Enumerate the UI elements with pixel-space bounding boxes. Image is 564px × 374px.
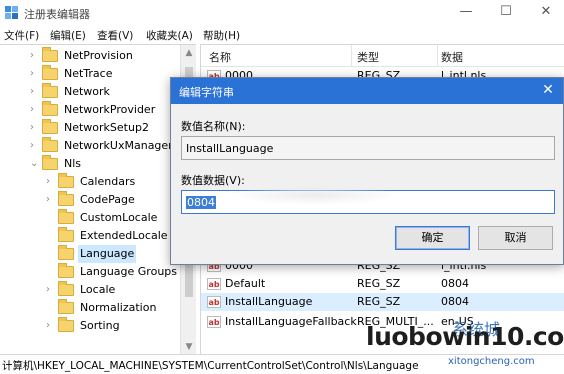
watermark-logo: 系统城 luobowin10.com xitongcheng.com <box>362 316 564 374</box>
tree-item-label: NetProvision <box>64 49 133 62</box>
folder-icon <box>58 281 74 296</box>
menu-edit[interactable]: 编辑(E) <box>50 28 86 43</box>
folder-icon <box>58 209 74 224</box>
window-title: 注册表编辑器 <box>24 8 90 21</box>
folder-icon <box>58 245 74 260</box>
value-name: InstallLanguageFallback <box>225 315 357 328</box>
tree-item-label: Nls <box>64 157 82 170</box>
value-name: InstallLanguage <box>225 295 313 308</box>
tree-item-label: Network <box>64 85 110 98</box>
menu-help[interactable]: 帮助(H) <box>203 28 240 43</box>
folder-icon <box>42 65 58 80</box>
tree-item-label: NetworkProvider <box>64 103 156 116</box>
list-row-selected[interactable]: ab InstallLanguage REG_SZ 0804 <box>201 293 564 311</box>
folder-open-icon <box>42 155 58 170</box>
value-type: REG_SZ <box>357 295 401 308</box>
folder-icon <box>42 101 58 116</box>
value-name-text: InstallLanguage <box>186 142 274 155</box>
expand-chevron-icon[interactable]: › <box>30 83 40 101</box>
column-divider[interactable] <box>437 45 438 67</box>
column-header-name[interactable]: 名称 <box>209 49 231 65</box>
expand-chevron-icon[interactable]: › <box>30 47 40 65</box>
list-header: 名称 类型 数据 <box>201 45 564 67</box>
folder-icon <box>58 227 74 242</box>
tree-item-label: CodePage <box>80 193 135 206</box>
expand-chevron-icon[interactable]: › <box>46 191 56 209</box>
value-name: Default <box>225 277 266 290</box>
dialog-title: 编辑字符串 <box>179 86 234 99</box>
folder-icon <box>58 191 74 206</box>
folder-icon <box>58 173 74 188</box>
collapse-chevron-icon[interactable]: ⌄ <box>30 155 40 173</box>
value-name-label: 数值名称(N): <box>181 120 246 133</box>
menu-view[interactable]: 查看(V) <box>97 28 133 43</box>
menu-file[interactable]: 文件(F) <box>4 28 39 43</box>
tree-item-label: NetworkSetup2 <box>64 121 149 134</box>
expand-chevron-icon[interactable]: › <box>30 65 40 83</box>
value-data: 0804 <box>441 277 469 290</box>
string-value-icon: ab <box>207 296 221 308</box>
expand-chevron-icon[interactable]: › <box>46 317 56 335</box>
close-button[interactable]: ✕ <box>536 3 556 21</box>
scroll-down-arrow-icon[interactable]: ▼ <box>181 339 197 355</box>
tree-item-label: ExtendedLocale <box>80 229 168 242</box>
folder-icon <box>58 263 74 278</box>
expand-chevron-icon[interactable]: › <box>30 101 40 119</box>
expand-chevron-icon[interactable]: › <box>46 281 56 299</box>
folder-icon <box>58 317 74 332</box>
string-value-icon: ab <box>207 316 221 328</box>
tree-item-label: Sorting <box>80 319 120 332</box>
string-value-icon: ab <box>207 278 221 290</box>
minimize-button[interactable]: — <box>456 3 476 21</box>
maximize-button[interactable]: ☐ <box>496 3 516 21</box>
tree-item-label: NetTrace <box>64 67 113 80</box>
blur-overlay <box>229 185 399 205</box>
dialog-title-bar[interactable]: 编辑字符串 ✕ <box>171 78 563 104</box>
folder-icon <box>42 83 58 98</box>
regedit-icon <box>5 6 18 19</box>
folder-icon <box>42 137 58 152</box>
folder-icon <box>42 47 58 62</box>
tree-item-label: Language <box>78 245 137 263</box>
value-data-text: 0804 <box>186 196 216 209</box>
tree-item-label: Normalization <box>80 301 157 314</box>
tree-item-label: Language Groups <box>80 265 178 278</box>
tree-item-label: NetworkUxManager <box>64 139 173 152</box>
folder-icon <box>42 119 58 134</box>
scroll-up-arrow-icon[interactable]: ▲ <box>181 45 197 61</box>
edit-string-dialog: 编辑字符串 ✕ 数值名称(N): InstallLanguage 数值数据(V)… <box>170 77 564 265</box>
column-divider[interactable] <box>351 45 352 67</box>
folder-icon <box>58 299 74 314</box>
expand-chevron-icon[interactable]: › <box>46 173 56 191</box>
registry-path: 计算机\HKEY_LOCAL_MACHINE\SYSTEM\CurrentCon… <box>2 360 419 372</box>
value-name-field: InstallLanguage <box>181 136 555 160</box>
value-data: 0804 <box>441 295 469 308</box>
cancel-button[interactable]: 取消 <box>478 226 553 250</box>
menu-bar: 文件(F) 编辑(E) 查看(V) 收藏夹(A) 帮助(H) <box>0 26 564 44</box>
expand-chevron-icon[interactable]: › <box>30 119 40 137</box>
watermark-sub: xitongcheng.com <box>448 356 535 367</box>
column-header-data[interactable]: 数据 <box>441 49 463 65</box>
title-bar: 注册表编辑器 — ☐ ✕ <box>0 0 564 26</box>
value-type: REG_SZ <box>357 277 401 290</box>
list-row[interactable]: ab Default REG_SZ 0804 <box>201 275 564 293</box>
ok-button[interactable]: 确定 <box>395 226 470 250</box>
dialog-close-icon[interactable]: ✕ <box>539 82 557 98</box>
watermark-brand: luobowin10.com <box>366 322 564 351</box>
registry-tree: › NetProvision › NetTrace › Network › Ne… <box>0 44 197 355</box>
tree-item-label: CustomLocale <box>80 211 158 224</box>
column-header-type[interactable]: 类型 <box>357 49 379 65</box>
tree-item-label: Calendars <box>80 175 136 188</box>
expand-chevron-icon[interactable]: › <box>30 137 40 155</box>
tree-item-label: Locale <box>80 283 116 296</box>
menu-favorites[interactable]: 收藏夹(A) <box>146 28 193 43</box>
